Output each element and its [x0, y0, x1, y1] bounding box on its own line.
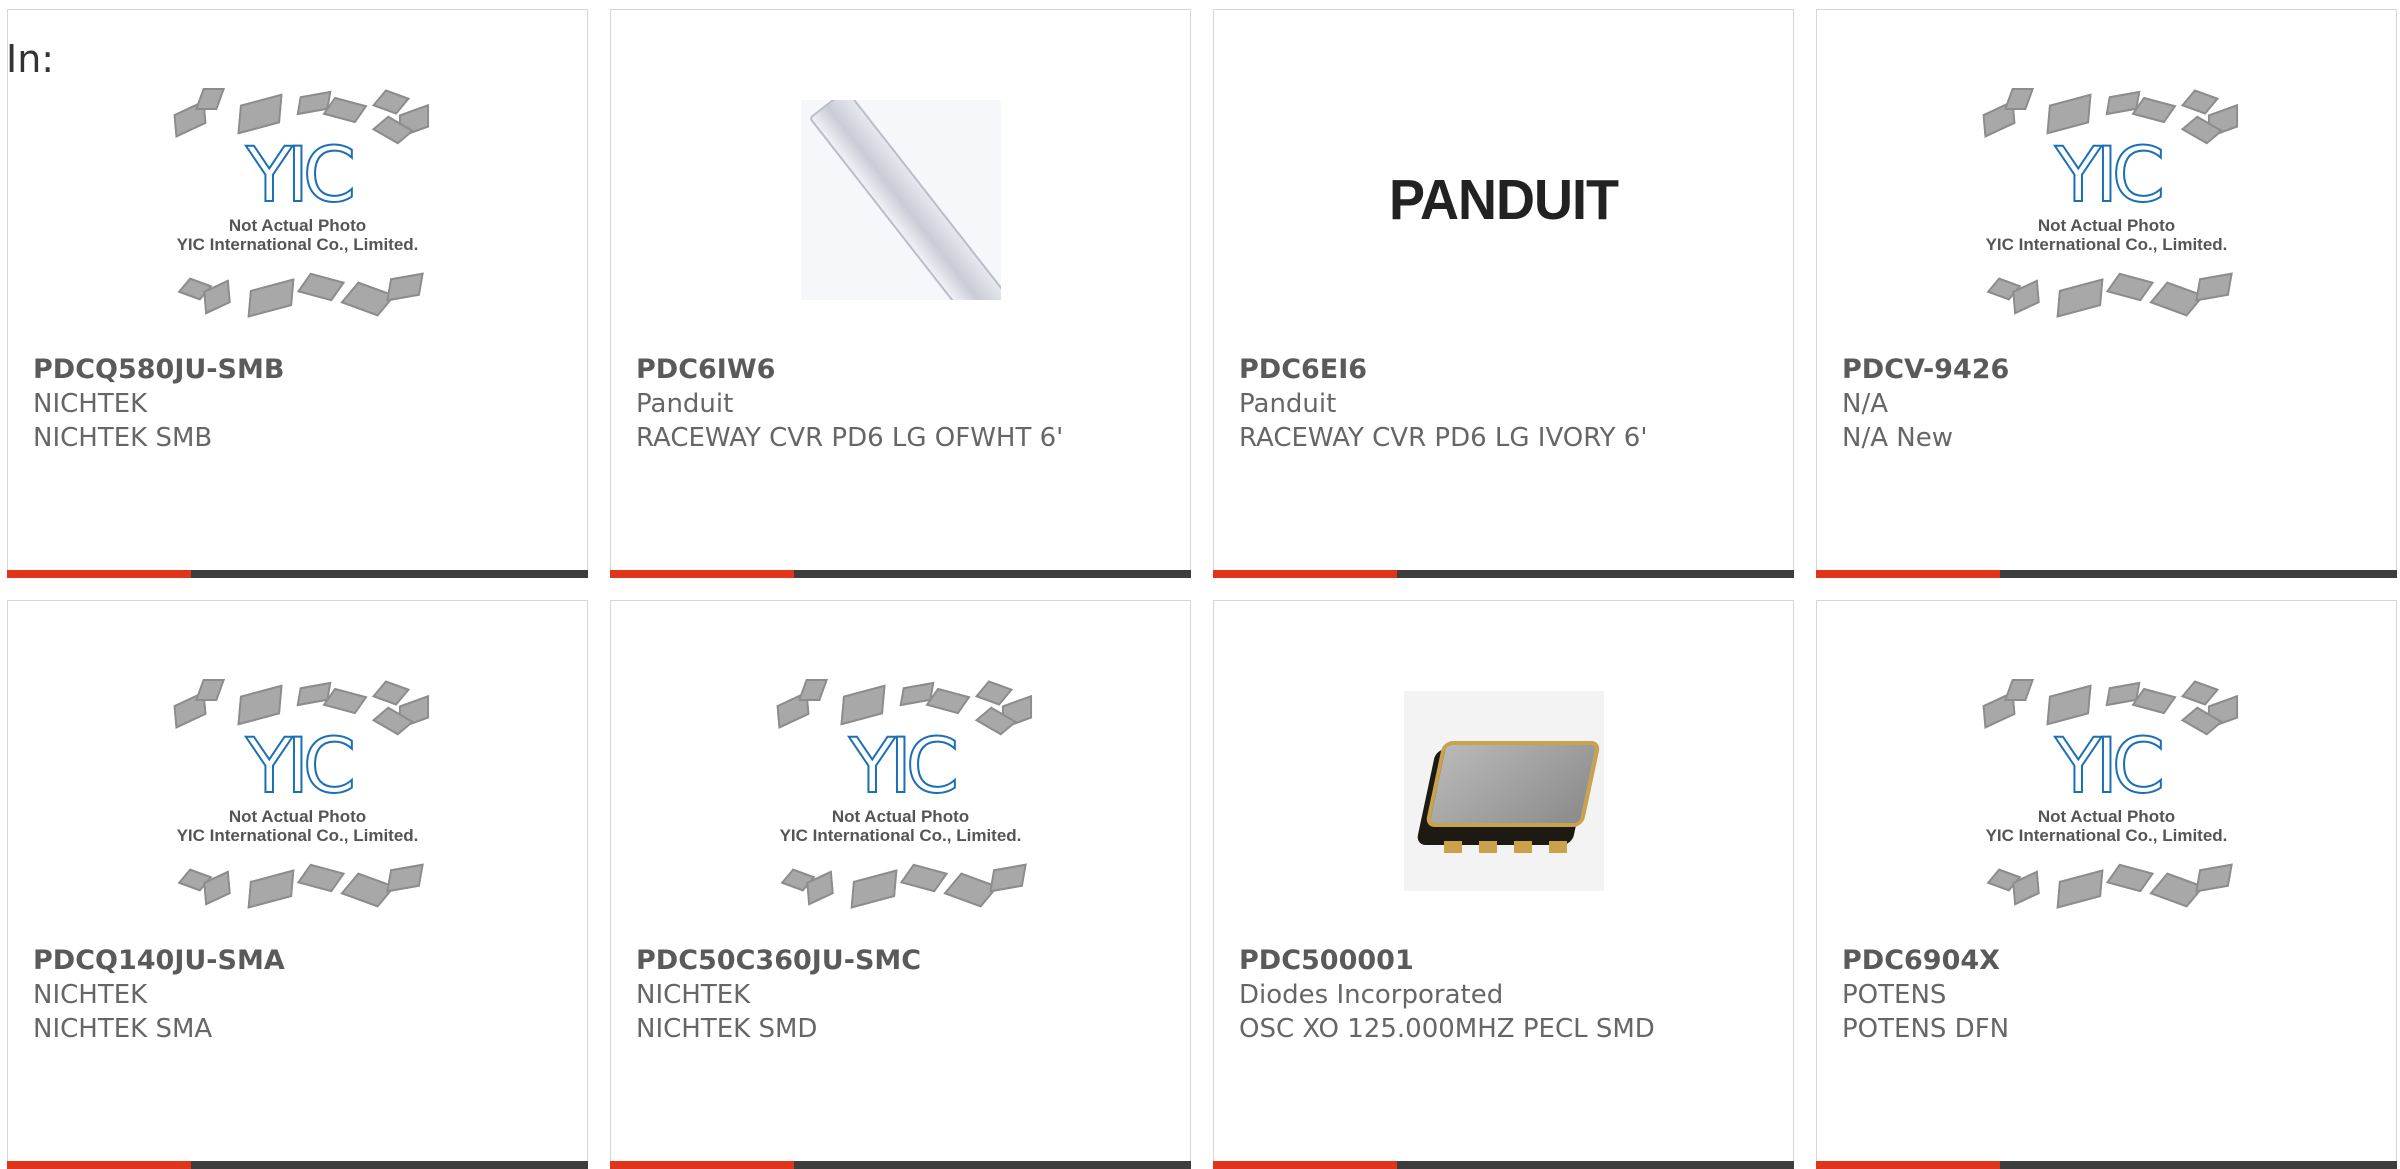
yic-logo: YIC — [848, 721, 960, 810]
product-grid: YIC Not Actual Photo YIC International Co.… — [7, 9, 2397, 1169]
placeholder-company: YIC International Co., Limited. — [1985, 235, 2228, 254]
yic-placeholder-image: YIC Not Actual Photo YIC International Co.… — [163, 80, 433, 320]
oscillator-image — [1403, 691, 1604, 891]
yic-logo: YIC — [245, 721, 357, 810]
manufacturer: NICHTEK — [33, 980, 148, 1010]
manufacturer: N/A — [1842, 389, 1888, 419]
part-number[interactable]: PDCV-9426 — [1842, 353, 2376, 387]
placeholder-caption: Not Actual Photo — [228, 216, 367, 235]
product-image[interactable] — [766, 80, 1036, 320]
raceway-cover-image — [800, 100, 1001, 300]
card-accent-bar — [1213, 1161, 1794, 1169]
product-card[interactable]: YIC Not Actual Photo YIC International Co.… — [1816, 600, 2397, 1169]
product-card[interactable]: YIC Not Actual Photo YIC International Co.… — [7, 9, 588, 578]
product-image[interactable]: PANDUIT — [1369, 80, 1639, 320]
card-accent-bar — [1816, 1161, 2397, 1169]
product-image[interactable]: YIC Not Actual Photo YIC International Co.… — [766, 671, 1036, 911]
manufacturer: Diodes Incorporated — [1239, 980, 1504, 1010]
part-number[interactable]: PDC6EI6 — [1239, 353, 1773, 387]
placeholder-caption: Not Actual Photo — [2037, 807, 2176, 826]
product-card[interactable]: PDC6IW6 Panduit RACEWAY CVR PD6 LG OFWHT… — [610, 9, 1191, 578]
yic-placeholder-image: YIC Not Actual Photo YIC International Co.… — [766, 671, 1036, 911]
part-number[interactable]: PDC500001 — [1239, 944, 1773, 978]
description: OSC XO 125.000MHZ PECL SMD — [1239, 1014, 1655, 1044]
product-card[interactable]: YIC Not Actual Photo YIC International Co.… — [7, 600, 588, 1169]
product-image[interactable]: YIC Not Actual Photo YIC International Co.… — [163, 671, 433, 911]
yic-logo: YIC — [2054, 130, 2166, 219]
product-image[interactable]: YIC Not Actual Photo YIC International Co.… — [163, 80, 433, 320]
description: NICHTEK SMA — [33, 1014, 213, 1044]
yic-placeholder-image: YIC Not Actual Photo YIC International Co.… — [163, 671, 433, 911]
description: N/A New — [1842, 423, 1953, 453]
placeholder-caption: Not Actual Photo — [2037, 216, 2176, 235]
description: POTENS DFN — [1842, 1014, 2010, 1044]
description: RACEWAY CVR PD6 LG OFWHT 6' — [636, 423, 1064, 453]
product-card[interactable]: PANDUIT PDC6EI6 Panduit RACEWAY CVR PD6 … — [1213, 9, 1794, 578]
card-accent-bar — [1213, 570, 1794, 578]
card-accent-bar — [610, 1161, 1191, 1169]
placeholder-caption: Not Actual Photo — [228, 807, 367, 826]
card-accent-bar — [7, 1161, 588, 1169]
card-accent-bar — [7, 570, 588, 578]
in-label: In: — [6, 37, 55, 81]
part-number[interactable]: PDCQ580JU-SMB — [33, 353, 567, 387]
part-number[interactable]: PDC6904X — [1842, 944, 2376, 978]
manufacturer: Panduit — [1239, 389, 1337, 419]
description: RACEWAY CVR PD6 LG IVORY 6' — [1239, 423, 1648, 453]
placeholder-company: YIC International Co., Limited. — [176, 826, 419, 845]
product-card[interactable]: YIC Not Actual Photo YIC International Co.… — [610, 600, 1191, 1169]
part-number[interactable]: PDC50C360JU-SMC — [636, 944, 1170, 978]
placeholder-company: YIC International Co., Limited. — [779, 826, 1022, 845]
placeholder-company: YIC International Co., Limited. — [176, 235, 419, 254]
card-accent-bar — [1816, 570, 2397, 578]
description: NICHTEK SMB — [33, 423, 213, 453]
placeholder-company: YIC International Co., Limited. — [1985, 826, 2228, 845]
yic-placeholder-image: YIC Not Actual Photo YIC International Co.… — [1972, 80, 2242, 320]
yic-placeholder-image: YIC Not Actual Photo YIC International Co.… — [1972, 671, 2242, 911]
part-number[interactable]: PDC6IW6 — [636, 353, 1170, 387]
placeholder-caption: Not Actual Photo — [831, 807, 970, 826]
part-number[interactable]: PDCQ140JU-SMA — [33, 944, 567, 978]
manufacturer: NICHTEK — [33, 389, 148, 419]
description: NICHTEK SMD — [636, 1014, 818, 1044]
product-image[interactable]: YIC Not Actual Photo YIC International Co.… — [1972, 671, 2242, 911]
product-card[interactable]: YIC Not Actual Photo YIC International Co.… — [1816, 9, 2397, 578]
yic-logo: YIC — [2054, 721, 2166, 810]
manufacturer: POTENS — [1842, 980, 1947, 1010]
card-accent-bar — [610, 570, 1191, 578]
product-image[interactable]: YIC Not Actual Photo YIC International Co.… — [1972, 80, 2242, 320]
product-image[interactable] — [1369, 671, 1639, 911]
panduit-logo: PANDUIT — [1389, 168, 1619, 232]
product-card[interactable]: PDC500001 Diodes Incorporated OSC XO 125… — [1213, 600, 1794, 1169]
yic-logo: YIC — [245, 130, 357, 219]
manufacturer: NICHTEK — [636, 980, 751, 1010]
manufacturer: Panduit — [636, 389, 734, 419]
